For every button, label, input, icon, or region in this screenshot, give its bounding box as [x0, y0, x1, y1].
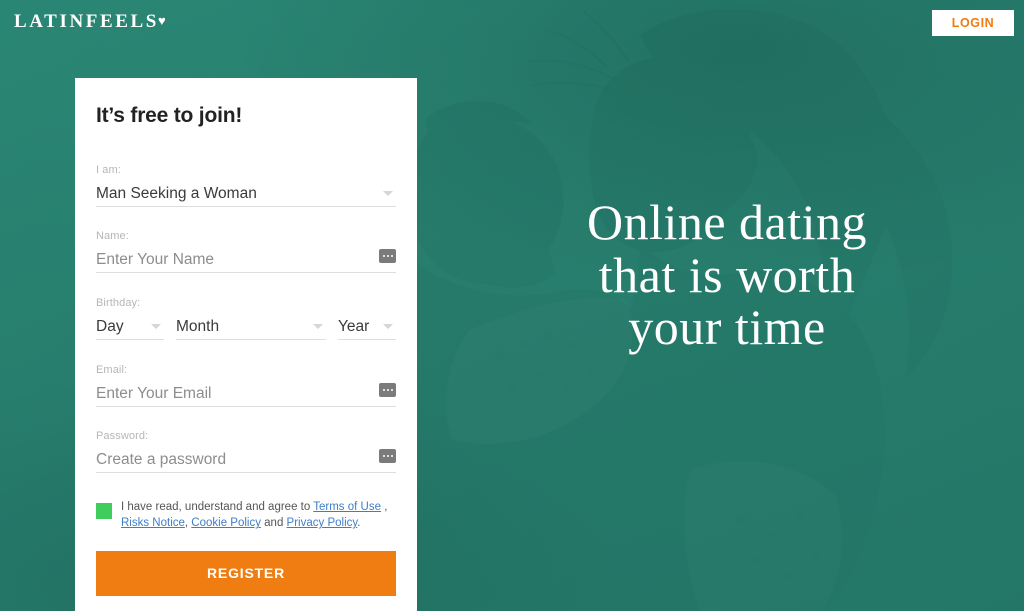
- hero-headline-line-1: Online dating: [586, 194, 868, 250]
- register-button-label: REGISTER: [207, 565, 285, 582]
- field-group-name: Name: Enter Your Name: [94, 230, 396, 273]
- field-group-email: Email: Enter Your Email: [94, 364, 396, 407]
- chevron-down-icon: [383, 324, 393, 329]
- birthday-year-select[interactable]: Year: [338, 314, 396, 340]
- risks-notice-link[interactable]: Risks Notice: [121, 517, 185, 529]
- chevron-down-icon: [313, 324, 323, 329]
- field-group-password: Password: Create a password: [94, 430, 396, 473]
- terms-sep-3: and: [260, 517, 287, 530]
- field-group-birthday: Birthday: Day Month Year: [94, 297, 396, 340]
- chevron-down-icon: [151, 324, 161, 329]
- identity-value: Man Seeking a Woman: [96, 184, 257, 202]
- terms-checkbox[interactable]: [96, 503, 112, 519]
- terms-text: I have read, understand and agree to Ter…: [121, 499, 398, 532]
- terms-of-use-link[interactable]: Terms of Use: [313, 501, 381, 513]
- identity-select[interactable]: Man Seeking a Woman: [96, 181, 396, 207]
- terms-intro: I have read, understand and agree to: [121, 501, 314, 513]
- privacy-policy-link[interactable]: Privacy Policy: [287, 517, 358, 529]
- birthday-month-select[interactable]: Month: [176, 314, 326, 340]
- autofill-icon[interactable]: [379, 449, 396, 463]
- autofill-icon[interactable]: [379, 249, 396, 263]
- chevron-down-icon: [383, 191, 393, 196]
- site-logo[interactable]: LATINFEELS♥: [14, 12, 166, 31]
- hero-headline: Online dating that is worth your time: [468, 196, 986, 354]
- register-button[interactable]: REGISTER: [96, 550, 396, 596]
- password-label: Password:: [96, 430, 149, 442]
- birthday-day-value: Day: [96, 317, 124, 335]
- password-placeholder: Create a password: [96, 450, 227, 468]
- terms-row: I have read, understand and agree to Ter…: [94, 499, 398, 532]
- field-group-identity: I am: Man Seeking a Woman: [94, 164, 396, 207]
- birthday-day-select[interactable]: Day: [96, 314, 164, 340]
- login-button[interactable]: LOGIN: [932, 10, 1014, 36]
- email-placeholder: Enter Your Email: [96, 384, 212, 402]
- hero-headline-line-3: your time: [628, 299, 826, 355]
- name-label: Name:: [96, 230, 129, 242]
- terms-sep-1: ,: [381, 501, 388, 513]
- cookie-policy-link[interactable]: Cookie Policy: [191, 517, 261, 529]
- password-input[interactable]: Create a password: [96, 447, 396, 473]
- email-label: Email:: [96, 364, 128, 376]
- birthday-label: Birthday:: [96, 297, 141, 309]
- birthday-month-value: Month: [176, 317, 220, 335]
- birthday-row: Day Month Year: [96, 314, 396, 340]
- logo-wordmark: LATINFEELS: [14, 11, 159, 32]
- identity-label: I am:: [96, 164, 121, 176]
- birthday-year-value: Year: [338, 317, 370, 335]
- autofill-icon[interactable]: [379, 383, 396, 397]
- name-input[interactable]: Enter Your Name: [96, 247, 396, 273]
- registration-card: It’s free to join! I am: Man Seeking a W…: [75, 78, 417, 611]
- email-input[interactable]: Enter Your Email: [96, 381, 396, 407]
- login-button-label: LOGIN: [951, 16, 995, 30]
- heart-icon: ♥: [157, 13, 166, 28]
- name-placeholder: Enter Your Name: [96, 250, 215, 268]
- hero-headline-line-2: that is worth: [598, 246, 856, 303]
- terms-sep-4: .: [357, 517, 361, 530]
- registration-title: It’s free to join!: [96, 104, 243, 127]
- landing-page: LATINFEELS♥ LOGIN Online dating that is …: [0, 0, 1024, 611]
